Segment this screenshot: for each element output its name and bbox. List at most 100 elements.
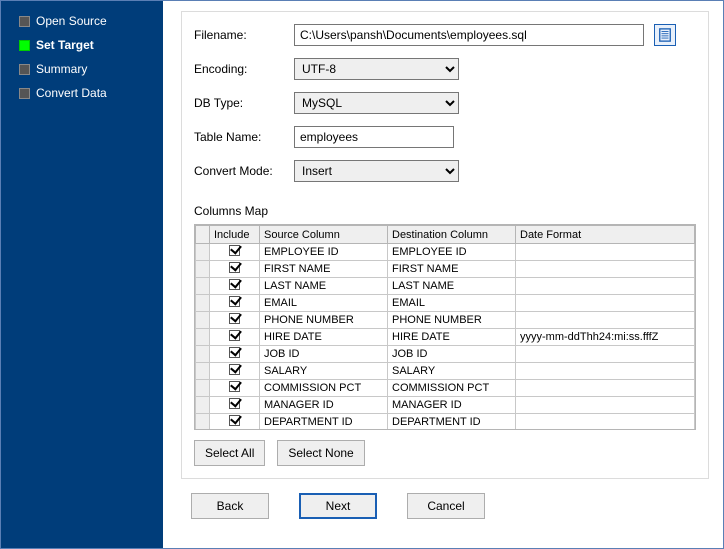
- date-format-cell[interactable]: [516, 363, 695, 380]
- destination-column-cell[interactable]: DEPARTMENT ID: [388, 414, 516, 431]
- include-cell[interactable]: [210, 363, 260, 380]
- source-column-cell[interactable]: FIRST NAME: [260, 261, 388, 278]
- convertmode-select[interactable]: Insert: [294, 160, 459, 182]
- include-checkbox[interactable]: [229, 262, 240, 273]
- include-cell[interactable]: [210, 261, 260, 278]
- source-column-cell[interactable]: HIRE DATE: [260, 329, 388, 346]
- include-cell[interactable]: [210, 278, 260, 295]
- date-format-cell[interactable]: [516, 278, 695, 295]
- sidebar-item-summary[interactable]: Summary: [1, 57, 163, 81]
- dbtype-label: DB Type:: [194, 96, 294, 110]
- date-format-cell[interactable]: [516, 261, 695, 278]
- include-checkbox[interactable]: [229, 415, 240, 426]
- sidebar-item-set-target[interactable]: Set Target: [1, 33, 163, 57]
- select-none-button[interactable]: Select None: [277, 440, 364, 466]
- encoding-label: Encoding:: [194, 62, 294, 76]
- back-button[interactable]: Back: [191, 493, 269, 519]
- include-cell[interactable]: [210, 346, 260, 363]
- include-checkbox[interactable]: [229, 279, 240, 290]
- step-box-icon: [19, 16, 30, 27]
- destination-column-cell[interactable]: MANAGER ID: [388, 397, 516, 414]
- dbtype-select[interactable]: MySQL: [294, 92, 459, 114]
- destination-column-cell[interactable]: LAST NAME: [388, 278, 516, 295]
- source-column-cell[interactable]: EMPLOYEE ID: [260, 244, 388, 261]
- date-format-cell[interactable]: [516, 244, 695, 261]
- table-row[interactable]: COMMISSION PCTCOMMISSION PCT: [196, 380, 695, 397]
- table-row[interactable]: FIRST NAMEFIRST NAME: [196, 261, 695, 278]
- date-format-cell[interactable]: [516, 312, 695, 329]
- table-row[interactable]: LAST NAMELAST NAME: [196, 278, 695, 295]
- tablename-label: Table Name:: [194, 130, 294, 144]
- filename-input[interactable]: [294, 24, 644, 46]
- table-row[interactable]: EMAILEMAIL: [196, 295, 695, 312]
- grid-header-dateformat[interactable]: Date Format: [516, 226, 695, 244]
- source-column-cell[interactable]: DEPARTMENT ID: [260, 414, 388, 431]
- include-cell[interactable]: [210, 380, 260, 397]
- source-column-cell[interactable]: LAST NAME: [260, 278, 388, 295]
- include-cell[interactable]: [210, 329, 260, 346]
- table-row[interactable]: EMPLOYEE IDEMPLOYEE ID: [196, 244, 695, 261]
- grid-header-destination[interactable]: Destination Column: [388, 226, 516, 244]
- table-row[interactable]: DEPARTMENT IDDEPARTMENT ID: [196, 414, 695, 431]
- tablename-input[interactable]: [294, 126, 454, 148]
- source-column-cell[interactable]: PHONE NUMBER: [260, 312, 388, 329]
- include-checkbox[interactable]: [229, 313, 240, 324]
- date-format-cell[interactable]: [516, 397, 695, 414]
- source-column-cell[interactable]: EMAIL: [260, 295, 388, 312]
- destination-column-cell[interactable]: PHONE NUMBER: [388, 312, 516, 329]
- table-row[interactable]: JOB IDJOB ID: [196, 346, 695, 363]
- include-checkbox[interactable]: [229, 245, 240, 256]
- table-row[interactable]: PHONE NUMBERPHONE NUMBER: [196, 312, 695, 329]
- grid-corner: [196, 226, 210, 244]
- document-icon: [658, 28, 672, 42]
- destination-column-cell[interactable]: JOB ID: [388, 346, 516, 363]
- table-row[interactable]: SALARYSALARY: [196, 363, 695, 380]
- include-checkbox[interactable]: [229, 296, 240, 307]
- include-checkbox[interactable]: [229, 330, 240, 341]
- source-column-cell[interactable]: COMMISSION PCT: [260, 380, 388, 397]
- include-cell[interactable]: [210, 414, 260, 431]
- columns-map-grid[interactable]: Include Source Column Destination Column…: [194, 224, 696, 430]
- source-column-cell[interactable]: SALARY: [260, 363, 388, 380]
- row-header: [196, 346, 210, 363]
- step-box-icon: [19, 88, 30, 99]
- date-format-cell[interactable]: yyyy-mm-ddThh24:mi:ss.fffZ: [516, 329, 695, 346]
- destination-column-cell[interactable]: HIRE DATE: [388, 329, 516, 346]
- destination-column-cell[interactable]: EMAIL: [388, 295, 516, 312]
- date-format-cell[interactable]: [516, 414, 695, 431]
- source-column-cell[interactable]: MANAGER ID: [260, 397, 388, 414]
- step-box-icon: [19, 64, 30, 75]
- destination-column-cell[interactable]: FIRST NAME: [388, 261, 516, 278]
- grid-header-include[interactable]: Include: [210, 226, 260, 244]
- destination-column-cell[interactable]: SALARY: [388, 363, 516, 380]
- date-format-cell[interactable]: [516, 295, 695, 312]
- table-row[interactable]: HIRE DATEHIRE DATEyyyy-mm-ddThh24:mi:ss.…: [196, 329, 695, 346]
- table-row[interactable]: MANAGER IDMANAGER ID: [196, 397, 695, 414]
- source-column-cell[interactable]: JOB ID: [260, 346, 388, 363]
- include-cell[interactable]: [210, 312, 260, 329]
- include-checkbox[interactable]: [229, 381, 240, 392]
- sidebar-item-convert-data[interactable]: Convert Data: [1, 81, 163, 105]
- browse-file-button[interactable]: [654, 24, 676, 46]
- destination-column-cell[interactable]: COMMISSION PCT: [388, 380, 516, 397]
- next-button[interactable]: Next: [299, 493, 377, 519]
- columns-map-label: Columns Map: [194, 204, 696, 218]
- sidebar-item-label: Convert Data: [36, 86, 107, 100]
- encoding-select[interactable]: UTF-8: [294, 58, 459, 80]
- destination-column-cell[interactable]: EMPLOYEE ID: [388, 244, 516, 261]
- row-header: [196, 261, 210, 278]
- cancel-button[interactable]: Cancel: [407, 493, 485, 519]
- grid-header-source[interactable]: Source Column: [260, 226, 388, 244]
- include-cell[interactable]: [210, 244, 260, 261]
- sidebar-item-open-source[interactable]: Open Source: [1, 9, 163, 33]
- date-format-cell[interactable]: [516, 380, 695, 397]
- select-all-button[interactable]: Select All: [194, 440, 265, 466]
- include-cell[interactable]: [210, 295, 260, 312]
- include-checkbox[interactable]: [229, 347, 240, 358]
- filename-label: Filename:: [194, 28, 294, 42]
- include-checkbox[interactable]: [229, 398, 240, 409]
- include-checkbox[interactable]: [229, 364, 240, 375]
- sidebar-item-label: Open Source: [36, 14, 107, 28]
- include-cell[interactable]: [210, 397, 260, 414]
- date-format-cell[interactable]: [516, 346, 695, 363]
